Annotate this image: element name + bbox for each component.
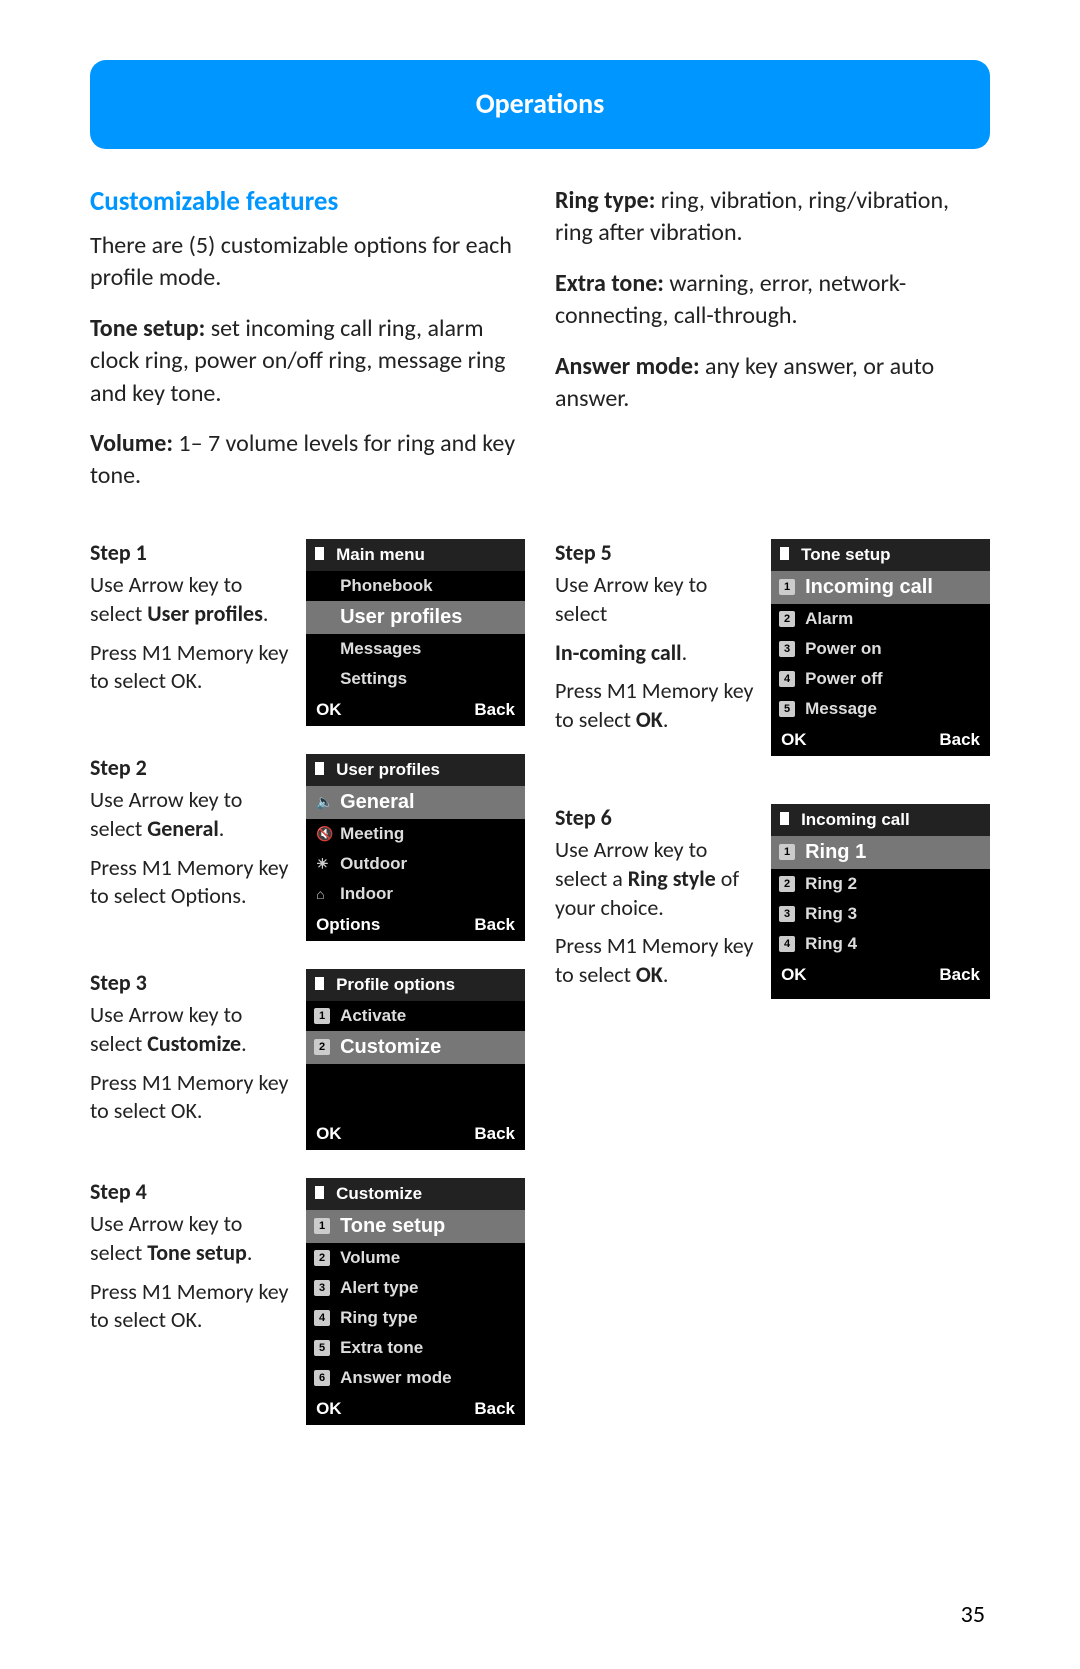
header-banner: Operations (90, 60, 990, 149)
menu-item-selected: 🔈General (306, 786, 525, 819)
screen-title: Main menu (306, 539, 525, 571)
menu-item: 2Alarm (771, 604, 990, 634)
softkey-right: Back (474, 1124, 515, 1144)
menu-item: 1Activate (306, 1001, 525, 1031)
menu-item: 3Ring 3 (771, 899, 990, 929)
mute-icon: 🔇 (316, 825, 333, 842)
speaker-icon: 🔈 (316, 794, 333, 811)
screen-customize: Customize 1Tone setup 2Volume 3Alert typ… (306, 1178, 525, 1425)
screen-title: Incoming call (771, 804, 990, 836)
menu-item: 🔇Meeting (306, 819, 525, 849)
menu-item-selected: User profiles (306, 601, 525, 634)
menu-item-selected: 1Tone setup (306, 1210, 525, 1243)
intro-text: There are (5) customizable options for e… (90, 230, 525, 295)
softkey-right: Back (474, 1399, 515, 1419)
screen-main-menu: Main menu Phonebook User profiles Messag… (306, 539, 525, 726)
home-icon: ⌂ (316, 886, 324, 902)
menu-item-selected: 1Ring 1 (771, 836, 990, 869)
section-title: Customizable features (90, 185, 525, 218)
menu-item: 2Ring 2 (771, 869, 990, 899)
feature-answer-mode: Answer mode: any key answer, or auto ans… (555, 351, 990, 416)
menu-item-selected: 1Incoming call (771, 571, 990, 604)
menu-item: 3Alert type (306, 1273, 525, 1303)
screen-profile-options: Profile options 1Activate 2Customize OK B… (306, 969, 525, 1150)
page-number: 35 (961, 1600, 985, 1629)
softkey-left: OK (316, 700, 342, 720)
step-4-text: Step 4 Use Arrow key to select Tone setu… (90, 1178, 292, 1425)
feature-extra-tone: Extra tone: warning, error, network-conn… (555, 268, 990, 333)
screen-title: User profiles (306, 754, 525, 786)
softkey-left: Options (316, 915, 380, 935)
softkey-left: OK (781, 965, 807, 985)
step-6-text: Step 6 Use Arrow key to select a Ring st… (555, 804, 757, 1000)
menu-item: 6Answer mode (306, 1363, 525, 1393)
screen-user-profiles: User profiles 🔈General 🔇Meeting ☀Outdoor… (306, 754, 525, 941)
softkey-right: Back (474, 915, 515, 935)
step-3-text: Step 3 Use Arrow key to select Customize… (90, 969, 292, 1150)
screen-tone-setup: Tone setup 1Incoming call 2Alarm 3Power … (771, 539, 990, 756)
sun-icon: ☀ (316, 855, 329, 872)
feature-ring-type: Ring type: ring, vibration, ring/vibrati… (555, 185, 990, 250)
screen-incoming-call: Incoming call 1Ring 1 2Ring 2 3Ring 3 4R… (771, 804, 990, 1000)
menu-item: 5Message (771, 694, 990, 724)
softkey-left: OK (316, 1399, 342, 1419)
screen-title: Profile options (306, 969, 525, 1001)
menu-item: Phonebook (306, 571, 525, 601)
softkey-left: OK (781, 730, 807, 750)
softkey-left: OK (316, 1124, 342, 1144)
menu-item: 4Ring type (306, 1303, 525, 1333)
menu-item: Settings (306, 664, 525, 694)
feature-volume: Volume: 1– 7 volume levels for ring and … (90, 428, 525, 493)
softkey-right: Back (474, 700, 515, 720)
screen-title: Tone setup (771, 539, 990, 571)
menu-item: 2Volume (306, 1243, 525, 1273)
menu-item: 4Power off (771, 664, 990, 694)
step-1-text: Step 1 Use Arrow key to select User prof… (90, 539, 292, 726)
menu-item: 5Extra tone (306, 1333, 525, 1363)
menu-item: 3Power on (771, 634, 990, 664)
step-5-text: Step 5 Use Arrow key to select In-coming… (555, 539, 757, 756)
feature-tone-setup: Tone setup: set incoming call ring, alar… (90, 313, 525, 410)
menu-item: 4Ring 4 (771, 929, 990, 959)
step-2-text: Step 2 Use Arrow key to select General. … (90, 754, 292, 941)
softkey-right: Back (939, 730, 980, 750)
menu-item-selected: 2Customize (306, 1031, 525, 1064)
screen-title: Customize (306, 1178, 525, 1210)
softkey-right: Back (939, 965, 980, 985)
menu-item: Messages (306, 634, 525, 664)
menu-item: ☀Outdoor (306, 849, 525, 879)
menu-item: ⌂Indoor (306, 879, 525, 909)
